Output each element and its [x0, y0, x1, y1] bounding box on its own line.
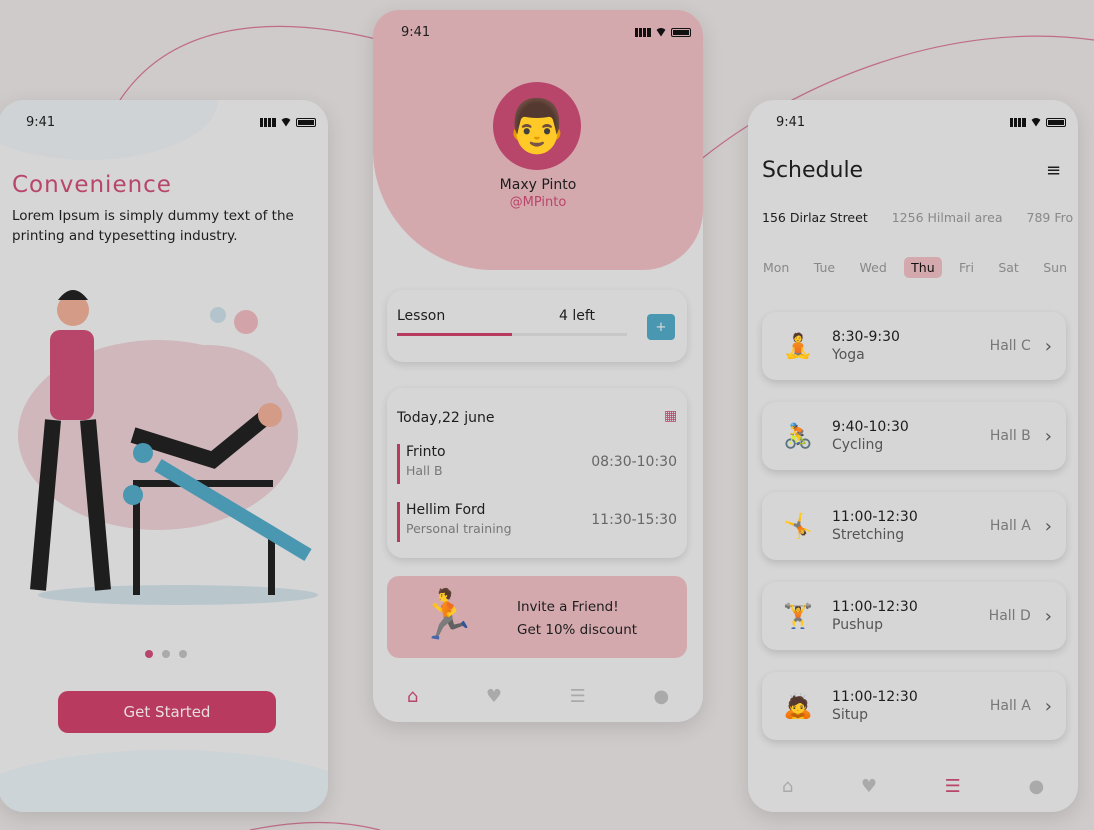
lesson-card: Lesson 4 left + — [387, 290, 687, 362]
day-tab[interactable]: Wed — [853, 257, 894, 278]
bottom-nav: ⌂ ♥ ☰ ● — [748, 760, 1078, 812]
class-row[interactable]: 🧘 8:30-9:30 Yoga Hall C › — [762, 312, 1066, 380]
jumping-person-illustration: 🏃 — [417, 587, 477, 643]
class-name: Stretching — [832, 527, 905, 543]
wifi-icon — [280, 117, 292, 127]
class-hall: Hall C — [989, 338, 1031, 354]
page-title: Schedule — [762, 158, 864, 183]
pushup-illustration: 🏋 — [783, 602, 813, 630]
bottom-nav: ⌂ ♥ ☰ ● — [373, 670, 703, 722]
class-name: Cycling — [832, 437, 884, 453]
page-indicator — [145, 650, 187, 658]
today-item[interactable]: Hellim Ford Personal training 11:30-15:30 — [397, 502, 677, 542]
today-card: Today,22 june ▦ Frinto Hall B 08:30-10:30 H… — [387, 388, 687, 558]
class-name: Yoga — [832, 347, 865, 363]
day-tab[interactable]: Mon — [756, 257, 796, 278]
today-title: Today,22 june — [397, 410, 495, 426]
onboarding-body: Lorem Ipsum is simply dummy text of the … — [12, 208, 294, 244]
situp-illustration: 🙇 — [783, 692, 813, 720]
status-time: 9:41 — [401, 24, 431, 40]
cycling-illustration: 🚴 — [783, 422, 813, 450]
heart-icon[interactable]: ♥ — [486, 686, 502, 707]
class-time: 11:00-12:30 — [832, 599, 918, 615]
home-icon[interactable]: ⌂ — [407, 686, 418, 707]
class-time: 11:00-12:30 — [832, 689, 918, 705]
signal-icon — [635, 27, 651, 37]
class-name: Situp — [832, 707, 869, 723]
invite-banner[interactable]: 🏃 Invite a Friend! Get 10% discount — [387, 576, 687, 658]
status-time: 9:41 — [776, 114, 806, 130]
lesson-label: Lesson — [397, 308, 446, 324]
class-time: 11:00-12:30 — [832, 509, 918, 525]
chevron-right-icon[interactable]: › — [1045, 606, 1052, 627]
today-item[interactable]: Frinto Hall B 08:30-10:30 — [397, 444, 677, 484]
lessons-remaining: 4 left — [559, 308, 596, 324]
list-icon[interactable]: ☰ — [945, 776, 961, 797]
day-tab[interactable]: Sat — [991, 257, 1026, 278]
onboarding-screen: 9:41 Convenience Lorem Ipsum is simply d… — [0, 100, 328, 812]
add-lesson-button[interactable]: + — [647, 314, 675, 340]
heart-icon[interactable]: ♥ — [861, 776, 877, 797]
location-tab[interactable]: 1256 Hilmail area — [892, 210, 1003, 225]
class-time: 9:40-10:30 — [832, 419, 909, 435]
invite-line1: Invite a Friend! — [517, 599, 619, 615]
status-bar: 9:41 — [0, 100, 328, 144]
battery-icon — [671, 27, 691, 37]
item-time: 11:30-15:30 — [591, 512, 677, 528]
day-tab[interactable]: Fri — [952, 257, 981, 278]
profile-screen: 9:41 👨 Maxy Pinto @MPinto Lesson 4 left … — [373, 10, 703, 722]
location-tab[interactable]: 789 Fro — [1027, 210, 1074, 225]
user-icon[interactable]: ● — [1028, 776, 1044, 797]
chevron-right-icon[interactable]: › — [1045, 696, 1052, 717]
page-dot[interactable] — [162, 650, 170, 658]
profile-name: Maxy Pinto — [499, 177, 577, 193]
invite-line2: Get 10% discount — [517, 622, 638, 638]
yoga-illustration: 🧘 — [783, 332, 813, 360]
chevron-right-icon[interactable]: › — [1045, 516, 1052, 537]
calendar-icon[interactable]: ▦ — [664, 408, 677, 424]
onboarding-title: Convenience — [12, 172, 172, 198]
class-row[interactable]: 🤸 11:00-12:30 Stretching Hall A › — [762, 492, 1066, 560]
schedule-screen: 9:41 Schedule ≡ 156 Dirlaz Street 1256 Hi… — [748, 100, 1078, 812]
chevron-right-icon[interactable]: › — [1045, 426, 1052, 447]
get-started-button[interactable]: Get Started — [58, 691, 276, 733]
trainer-illustration — [18, 290, 318, 605]
status-time: 9:41 — [26, 114, 56, 130]
home-icon[interactable]: ⌂ — [782, 776, 793, 797]
page-dot-active[interactable] — [145, 650, 153, 658]
list-icon[interactable]: ☰ — [570, 686, 586, 707]
item-time: 08:30-10:30 — [591, 454, 677, 470]
avatar[interactable]: 👨 — [493, 82, 581, 170]
filter-icon[interactable]: ≡ — [1046, 160, 1061, 181]
class-hall: Hall D — [988, 608, 1031, 624]
chevron-right-icon[interactable]: › — [1045, 336, 1052, 357]
wifi-icon — [1030, 117, 1042, 127]
class-row[interactable]: 🚴 9:40-10:30 Cycling Hall B › — [762, 402, 1066, 470]
profile-handle: @MPinto — [509, 195, 567, 210]
class-row[interactable]: 🙇 11:00-12:30 Situp Hall A › — [762, 672, 1066, 740]
class-hall: Hall B — [989, 428, 1031, 444]
class-time: 8:30-9:30 — [832, 329, 900, 345]
day-tab[interactable]: Sun — [1036, 257, 1074, 278]
battery-icon — [1046, 117, 1066, 127]
class-hall: Hall A — [989, 518, 1031, 534]
wifi-icon — [655, 27, 667, 37]
day-tab[interactable]: Thu — [904, 257, 942, 278]
status-bar: 9:41 — [373, 10, 703, 54]
battery-icon — [296, 117, 316, 127]
user-icon[interactable]: ● — [653, 686, 669, 707]
class-name: Pushup — [832, 617, 883, 633]
class-hall: Hall A — [989, 698, 1031, 714]
signal-icon — [1010, 117, 1026, 127]
location-tab[interactable]: 156 Dirlaz Street — [762, 210, 868, 225]
stretching-illustration: 🤸 — [783, 512, 813, 540]
day-tab[interactable]: Tue — [807, 257, 842, 278]
page-dot[interactable] — [179, 650, 187, 658]
class-row[interactable]: 🏋 11:00-12:30 Pushup Hall D › — [762, 582, 1066, 650]
status-bar: 9:41 — [748, 100, 1078, 144]
lesson-progress-bar — [397, 333, 627, 336]
signal-icon — [260, 117, 276, 127]
